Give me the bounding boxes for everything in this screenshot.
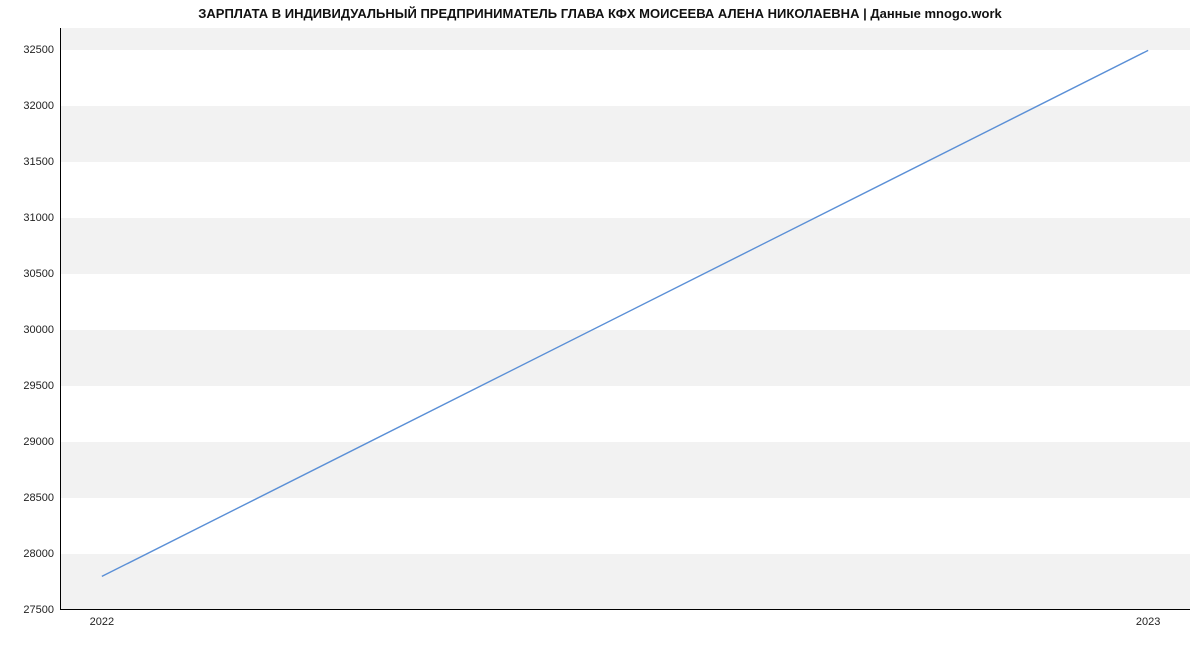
y-tick-label: 27500: [23, 604, 54, 616]
y-tick-label: 28500: [23, 492, 54, 504]
y-tick-label: 30000: [23, 324, 54, 336]
x-tick-label: 2023: [1136, 616, 1160, 628]
y-tick-label: 30500: [23, 268, 54, 280]
y-tick-label: 29000: [23, 436, 54, 448]
x-axis-line: [60, 609, 1190, 610]
chart-container: ЗАРПЛАТА В ИНДИВИДУАЛЬНЫЙ ПРЕДПРИНИМАТЕЛ…: [0, 0, 1200, 650]
data-line: [102, 50, 1148, 576]
y-tick-label: 32000: [23, 100, 54, 112]
y-tick-label: 31000: [23, 212, 54, 224]
plot-area: 2750028000285002900029500300003050031000…: [60, 28, 1190, 610]
y-axis-line: [60, 28, 61, 610]
y-tick-label: 32500: [23, 44, 54, 56]
y-tick-label: 28000: [23, 548, 54, 560]
chart-title: ЗАРПЛАТА В ИНДИВИДУАЛЬНЫЙ ПРЕДПРИНИМАТЕЛ…: [0, 6, 1200, 21]
y-tick-label: 29500: [23, 380, 54, 392]
line-layer: [60, 28, 1190, 610]
x-tick-label: 2022: [90, 616, 114, 628]
y-tick-label: 31500: [23, 156, 54, 168]
